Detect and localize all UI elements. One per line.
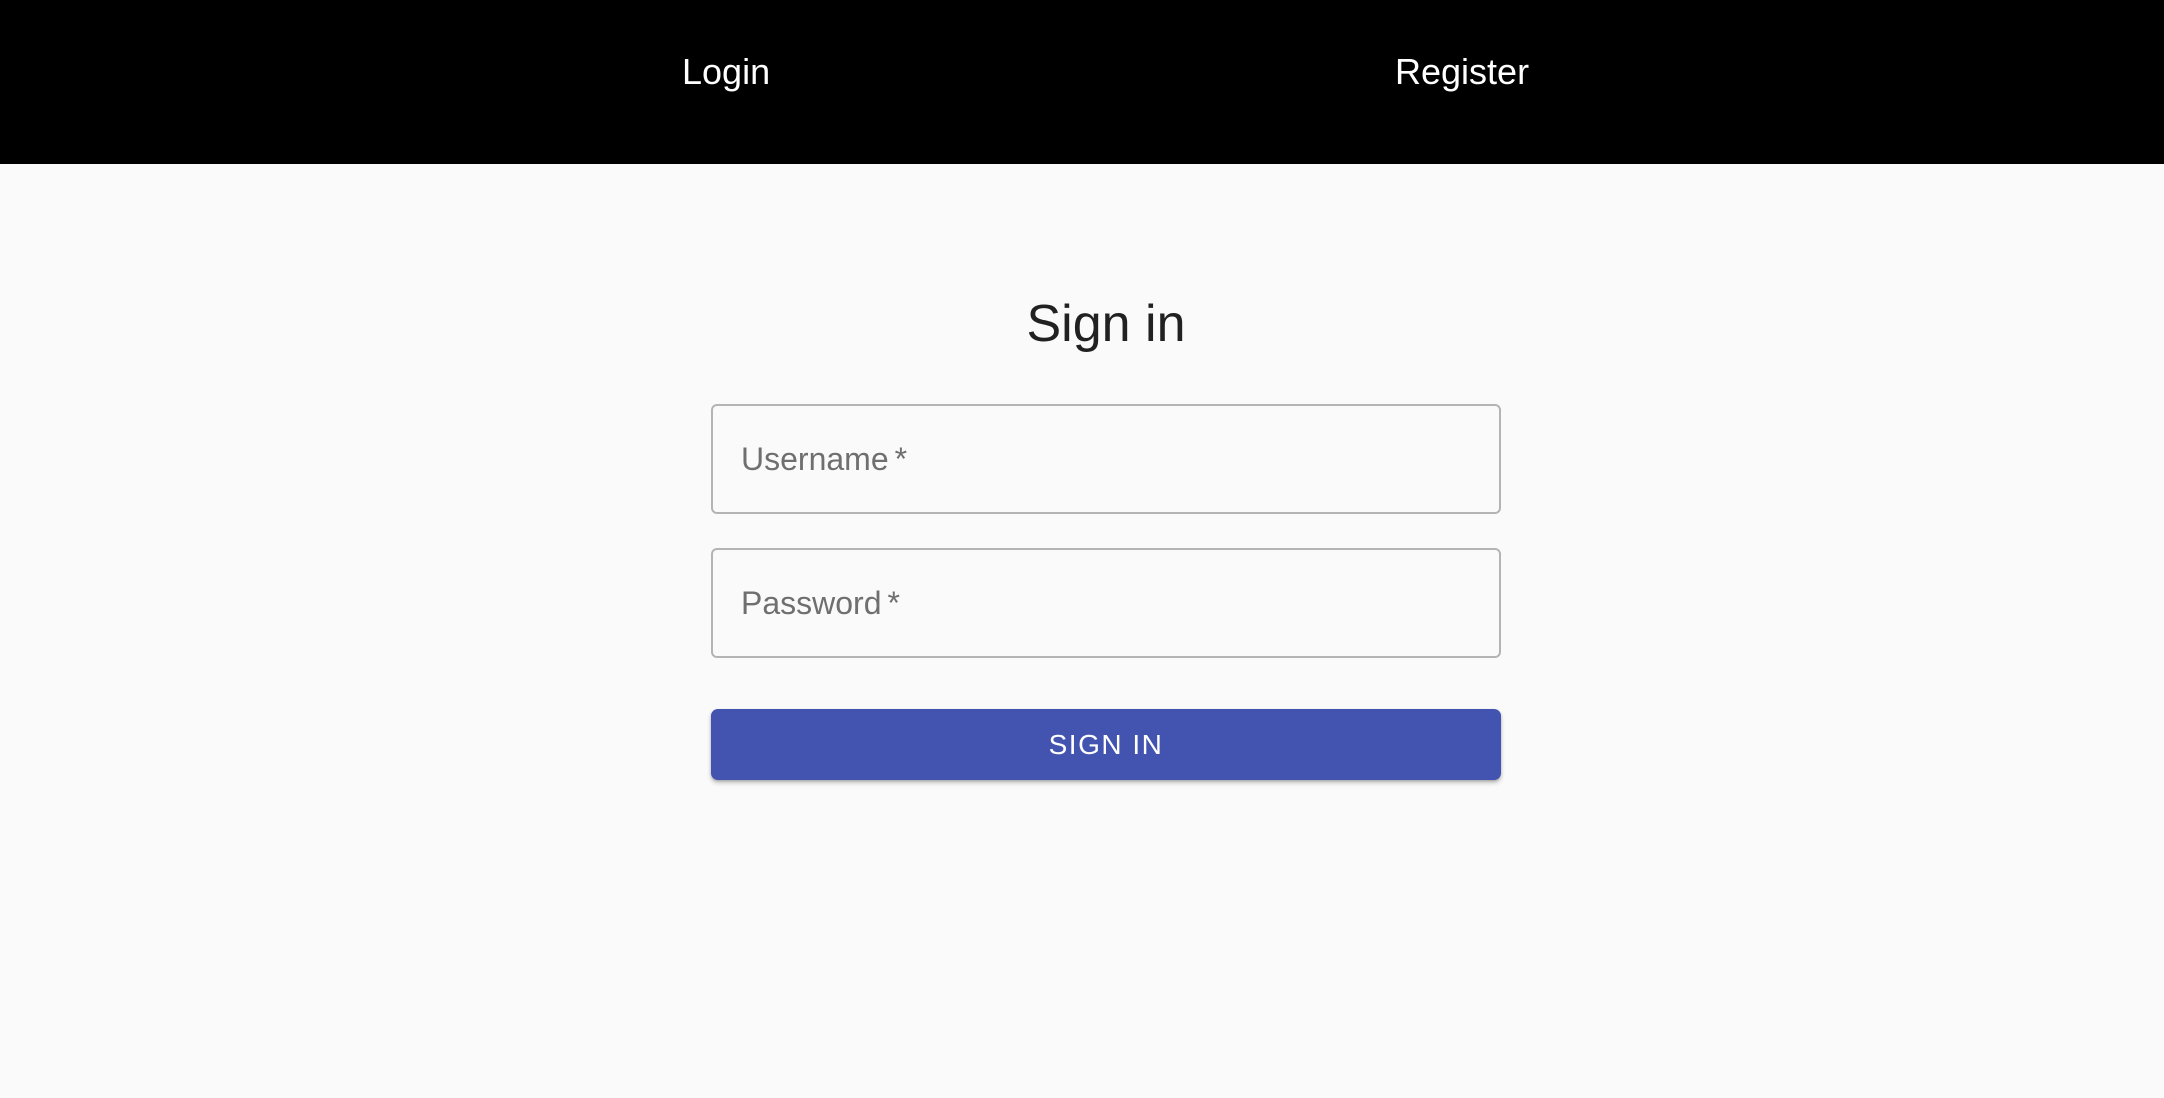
page-title: Sign in bbox=[1026, 295, 1186, 353]
username-input[interactable] bbox=[713, 406, 1499, 512]
username-field[interactable]: Username * bbox=[711, 404, 1501, 514]
nav-register-link[interactable]: Register bbox=[1395, 50, 1529, 94]
password-input[interactable] bbox=[713, 550, 1499, 656]
sign-in-button[interactable]: SIGN IN bbox=[711, 709, 1501, 780]
password-field[interactable]: Password * bbox=[711, 548, 1501, 658]
nav-login-link[interactable]: Login bbox=[682, 50, 770, 94]
top-nav-bar: Login Register bbox=[0, 0, 2164, 164]
